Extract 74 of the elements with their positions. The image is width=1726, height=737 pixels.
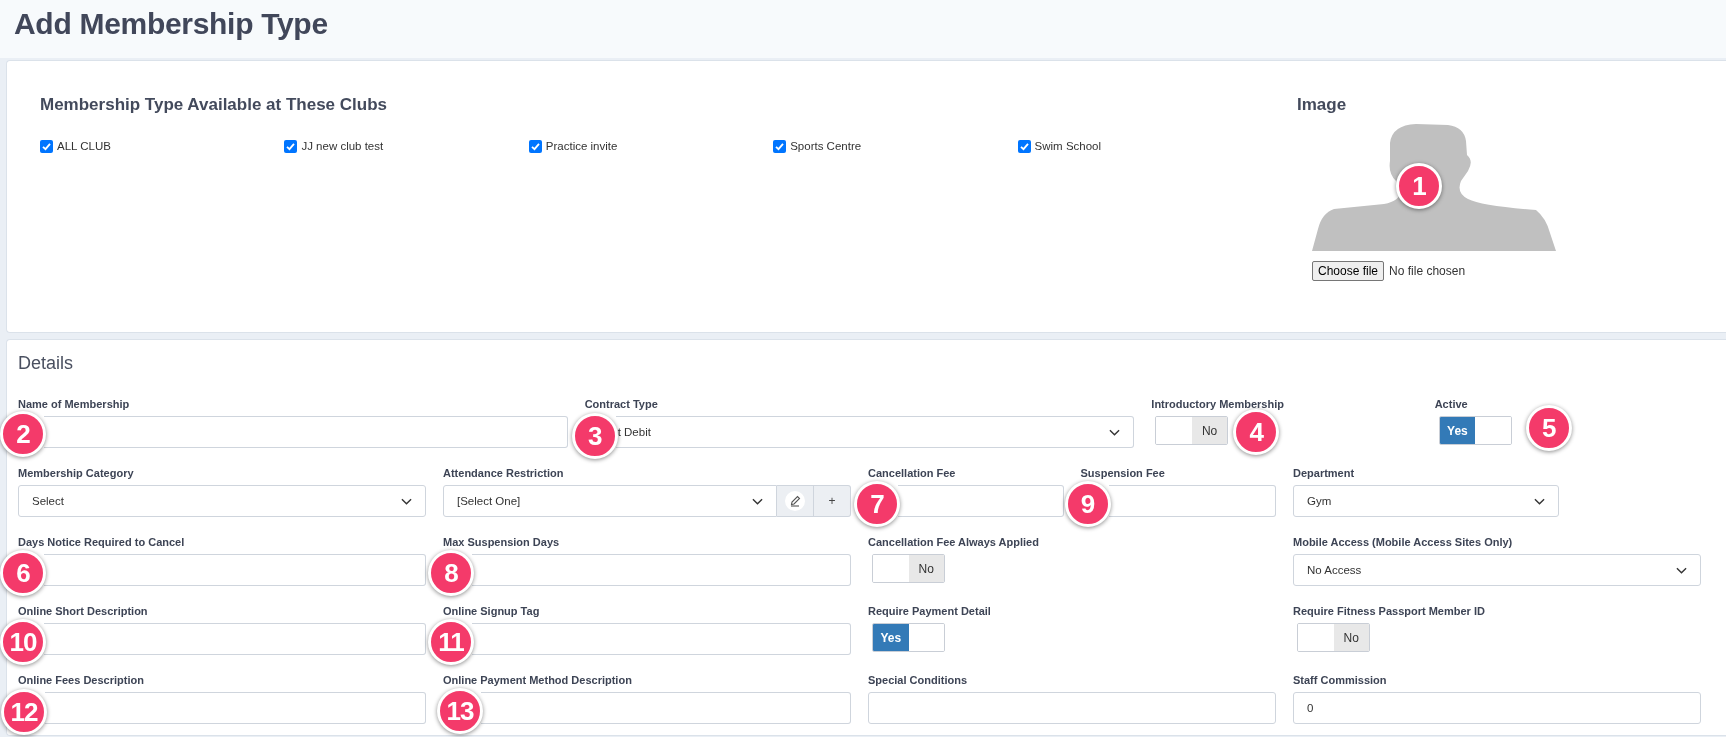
field-label: Attendance Restriction: [443, 466, 565, 480]
chevron-down-icon: [401, 497, 412, 505]
input-field[interactable]: [898, 485, 1064, 517]
field-label: Cancellation Fee: [868, 466, 957, 480]
page-title: Add Membership Type: [14, 6, 329, 42]
select-field[interactable]: t Debit: [615, 416, 1135, 448]
input-field[interactable]: [472, 623, 851, 655]
chevron-down-icon: [1534, 497, 1546, 505]
section-heading: Membership Type Available at These Clubs: [40, 95, 389, 115]
club-label: Swim School: [1034, 139, 1102, 153]
number-badge: 6: [0, 550, 46, 596]
toggle-switch[interactable]: No: [872, 554, 945, 583]
checkbox[interactable]: [284, 139, 298, 153]
section-heading: Details: [18, 352, 75, 375]
toggle-switch[interactable]: No: [1297, 623, 1370, 652]
field-label: Suspension Fee: [1080, 466, 1166, 480]
field-label: Staff Commission: [1293, 673, 1388, 687]
input-field[interactable]: 0: [1293, 692, 1701, 724]
toggle-switch[interactable]: Yes: [872, 623, 945, 652]
field-label: Membership Category: [18, 466, 135, 480]
number-badge: 12: [1, 689, 47, 735]
number-badge: 11: [428, 619, 474, 665]
select-field[interactable]: No Access: [1293, 554, 1701, 586]
club-label: Practice invite: [545, 139, 618, 153]
input-field[interactable]: [44, 623, 426, 655]
field-label: Max Suspension Days: [443, 535, 561, 549]
field-label: Special Conditions: [868, 673, 968, 687]
select-field[interactable]: Gym: [1293, 485, 1560, 517]
club-label: ALL CLUB: [57, 139, 111, 153]
file-status-text: No file chosen: [1389, 264, 1466, 278]
input-field[interactable]: [481, 692, 851, 724]
choose-file-button[interactable]: Choose file: [1312, 261, 1385, 281]
field-label: Introductory Membership: [1151, 397, 1285, 411]
chevron-down-icon: [752, 497, 763, 505]
input-field[interactable]: [45, 692, 426, 724]
field-label: Require Fitness Passport Member ID: [1293, 604, 1486, 618]
field-label: Online Payment Method Description: [443, 673, 633, 687]
field-label: Cancellation Fee Always Applied: [868, 535, 1040, 549]
chevron-down-icon: [1676, 566, 1687, 574]
select-field[interactable]: [Select One]: [443, 485, 777, 517]
input-field[interactable]: [44, 416, 568, 448]
chevron-down-icon: [1109, 428, 1121, 436]
field-label: Online Signup Tag: [443, 604, 541, 618]
field-label: Department: [1293, 466, 1356, 480]
field-label: Mobile Access (Mobile Access Sites Only): [1293, 535, 1514, 549]
toggle-switch[interactable]: Yes: [1438, 416, 1512, 445]
toggle-switch[interactable]: No: [1155, 416, 1229, 445]
field-label: Require Payment Detail: [868, 604, 992, 618]
input-field[interactable]: [1108, 485, 1276, 517]
input-field[interactable]: [472, 554, 851, 586]
field-label: Online Short Description: [18, 604, 149, 618]
club-label: JJ new club test: [301, 139, 384, 153]
checkbox[interactable]: [528, 139, 542, 153]
input-field[interactable]: [44, 554, 426, 586]
number-badge: 7: [854, 481, 900, 527]
input-field[interactable]: [868, 692, 1276, 724]
number-badge: 8: [428, 550, 474, 596]
pencil-icon: [785, 491, 805, 511]
checkbox[interactable]: [773, 139, 787, 153]
field-label: Days Notice Required to Cancel: [18, 535, 186, 549]
checkbox[interactable]: [40, 139, 53, 153]
number-badge: 10: [0, 619, 46, 665]
number-badge: 2: [0, 411, 46, 457]
edit-button[interactable]: [777, 485, 814, 517]
club-label: Sports Centre: [790, 139, 862, 153]
field-label: Online Fees Description: [18, 673, 145, 687]
checkbox[interactable]: [1017, 139, 1031, 153]
field-label: Contract Type: [584, 397, 659, 411]
field-label: Name of Membership: [18, 397, 131, 411]
field-label: Active: [1434, 397, 1469, 411]
section-heading: Image: [1297, 95, 1348, 115]
number-badge: 13: [437, 688, 483, 734]
select-field[interactable]: Select: [18, 485, 426, 517]
add-button[interactable]: +: [814, 485, 851, 517]
